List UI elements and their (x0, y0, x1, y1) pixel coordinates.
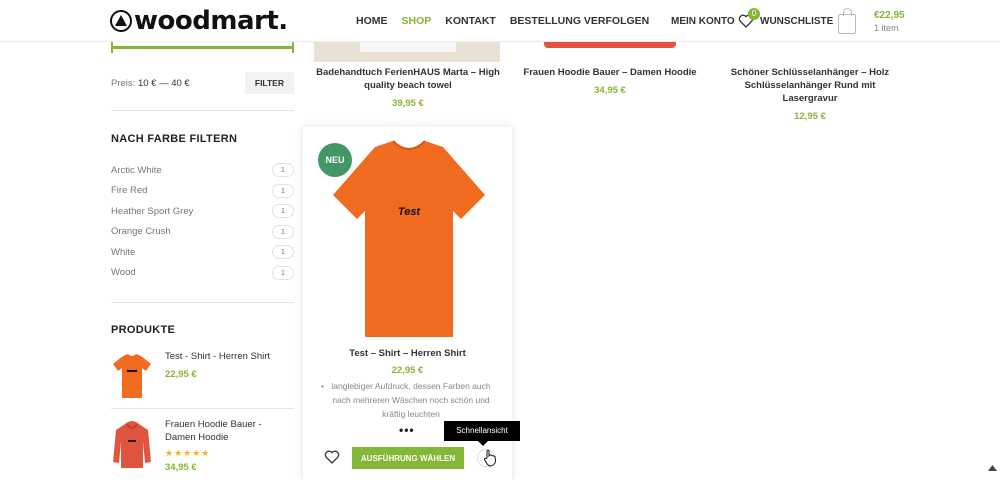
filter-button[interactable]: FILTER (244, 72, 294, 94)
nav-kontakt[interactable]: KONTAKT (445, 15, 496, 27)
wishlist-link[interactable]: 0 WUNSCHLISTE (738, 0, 833, 42)
price-range-value: 10 € — 40 € (137, 77, 190, 89)
product-image-towel[interactable] (314, 42, 500, 62)
hand-cursor-icon (483, 449, 497, 467)
price-slider-max-handle[interactable] (292, 42, 294, 53)
shopping-bag-icon (838, 8, 856, 34)
site-header: woodmart. HOME SHOP KONTAKT BESTELLUNG V… (0, 0, 1000, 42)
color-count-badge: 1 (272, 204, 294, 219)
product-price: 34,95 € (594, 85, 626, 96)
divider (111, 302, 294, 303)
cart-item-count: 1 item (874, 22, 899, 33)
divider (111, 408, 294, 409)
color-count-badge: 1 (272, 265, 294, 280)
color-item-fire-red[interactable]: Fire Red 1 (111, 181, 294, 202)
product-title[interactable]: Schöner Schlüsselanhänger – Holz Schlüss… (718, 66, 902, 105)
logo-mark-icon (110, 10, 132, 32)
color-count-badge: 1 (272, 163, 294, 178)
wishlist-label: WUNSCHLISTE (760, 15, 834, 27)
price-slider-min-handle[interactable] (111, 42, 113, 53)
product-price: 39,95 € (392, 98, 424, 109)
cart-total: €22,95 (874, 9, 905, 21)
product-price: 12,95 € (794, 111, 826, 122)
color-item-white[interactable]: White 1 (111, 242, 294, 263)
product-thumbnail (111, 418, 153, 474)
add-to-wishlist-heart-icon[interactable] (324, 449, 340, 465)
heart-icon: 0 (738, 8, 760, 29)
product-description: • langlebiger Aufdruck, dessen Farben au… (321, 381, 491, 419)
wishlist-count-badge: 0 (748, 8, 760, 20)
rating-stars: ★★★★★ (165, 448, 211, 458)
divider (111, 110, 294, 111)
color-count-badge: 1 (272, 245, 294, 260)
logo[interactable]: woodmart. (110, 6, 288, 36)
shirt-print-text: Test (398, 206, 422, 218)
nav-shop[interactable]: SHOP (402, 15, 432, 27)
products-heading: PRODUKTE (111, 324, 176, 336)
main-nav: HOME SHOP KONTAKT BESTELLUNG VERFOLGEN (356, 0, 649, 42)
sidebar-product-price: 34,95 € (165, 462, 197, 473)
product-title[interactable]: Badehandtuch FerienHAUS Marta – High qua… (308, 66, 508, 92)
quick-view-tooltip: Schnellansicht (444, 421, 520, 446)
color-item-heather-sport-grey[interactable]: Heather Sport Grey 1 (111, 201, 294, 222)
nav-home[interactable]: HOME (356, 15, 388, 27)
my-account-link[interactable]: MEIN KONTO (671, 0, 735, 42)
product-thumbnail (111, 350, 153, 406)
product-image-hoodie[interactable] (540, 42, 680, 62)
product-image-shirt[interactable]: Test (329, 139, 489, 339)
sidebar-product-item[interactable]: Test - Shirt - Herren Shirt 22,95 € (111, 350, 294, 406)
color-count-badge: 1 (272, 224, 294, 239)
price-range-label: Preis: 10 € — 40 € (111, 77, 190, 89)
scroll-top-arrow-icon[interactable] (985, 463, 1000, 480)
product-price: 22,95 € (391, 365, 424, 376)
sidebar-product-price: 22,95 € (165, 369, 197, 380)
color-item-orange-crush[interactable]: Orange Crush 1 (111, 222, 294, 243)
logo-text: woodmart. (134, 6, 288, 36)
color-count-badge: 1 (272, 183, 294, 198)
product-card-towel: Badehandtuch FerienHAUS Marta – High qua… (308, 66, 508, 109)
sidebar-product-title[interactable]: Test - Shirt - Herren Shirt (165, 350, 270, 363)
more-options-dots[interactable]: ••• (399, 423, 415, 437)
color-filter-heading: NACH FARBE FILTERN (111, 133, 238, 145)
nav-bestellung[interactable]: BESTELLUNG VERFOLGEN (510, 15, 649, 27)
product-title[interactable]: Test – Shirt – Herren Shirt (303, 348, 512, 359)
sidebar-product-item[interactable]: Frauen Hoodie Bauer - Damen Hoodie ★★★★★… (111, 418, 294, 474)
product-title[interactable]: Frauen Hoodie Bauer – Damen Hoodie (520, 66, 700, 79)
color-item-arctic-white[interactable]: Arctic White 1 (111, 160, 294, 181)
price-slider[interactable] (111, 42, 294, 53)
cart-link[interactable]: €22,95 1 item (838, 0, 905, 42)
bullet-icon: • (321, 381, 324, 391)
color-filter-list: Arctic White 1 Fire Red 1 Heather Sport Gr… (111, 160, 294, 283)
product-card-hoodie: Frauen Hoodie Bauer – Damen Hoodie 34,95… (520, 66, 700, 96)
select-options-button[interactable]: AUSFÜHRUNG WÄHLEN (352, 447, 464, 469)
product-card-keychain: Schöner Schlüsselanhänger – Holz Schlüss… (718, 66, 902, 122)
sidebar-product-title[interactable]: Frauen Hoodie Bauer - Damen Hoodie (165, 418, 294, 444)
color-item-wood[interactable]: Wood 1 (111, 263, 294, 284)
